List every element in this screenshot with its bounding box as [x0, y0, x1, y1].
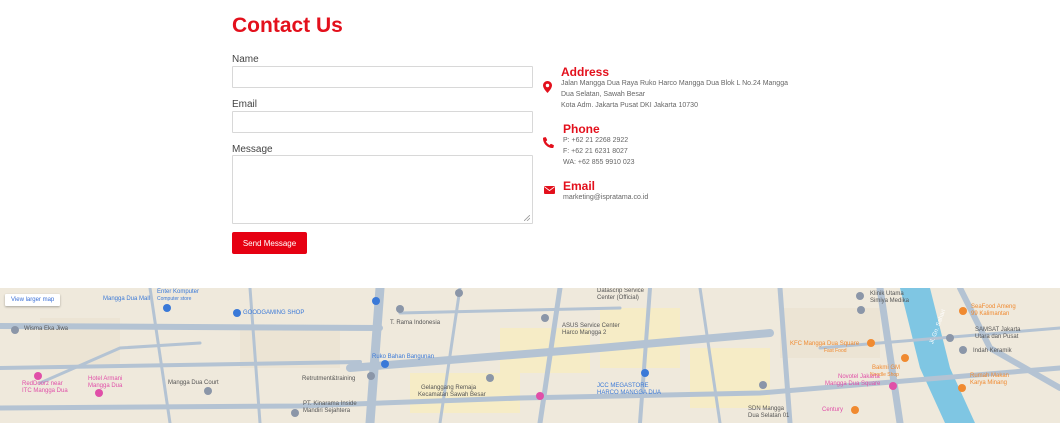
email-input[interactable] [232, 111, 533, 133]
address-title: Address [561, 65, 610, 79]
map-place-label[interactable]: Enter Komputer [157, 289, 199, 295]
map-place-label[interactable]: PT. Kinarama Inside [303, 401, 357, 407]
map-place-label[interactable]: Klinik Utama [870, 291, 904, 297]
send-message-button[interactable]: Send Message [232, 232, 307, 254]
map-place-label[interactable]: Indah Keramik [973, 348, 1012, 354]
map-place-label[interactable]: Hotel Armani [88, 376, 122, 382]
map-place-label[interactable]: SDN Mangga [748, 406, 784, 412]
whatsapp-line: WA: +62 855 9910 023 [563, 159, 635, 166]
envelope-icon [544, 186, 555, 194]
name-label: Name [232, 54, 259, 65]
view-larger-map-link[interactable]: View larger map [5, 294, 61, 306]
map-place-label[interactable]: Simiya Medika [870, 298, 909, 304]
map-place-label[interactable]: Wisma Eka Jiwa [24, 326, 68, 332]
map-place-label[interactable]: RedDoorz near [22, 381, 63, 387]
map-place-label[interactable]: KFC Mangga Dua Square [790, 341, 859, 347]
map-place-label[interactable]: JCC MEGASTORE [597, 383, 649, 389]
map-place-label[interactable]: Fast Food [824, 348, 847, 354]
resize-handle-icon[interactable] [524, 215, 530, 221]
map-place-label[interactable]: Karya Minang [970, 380, 1007, 386]
map-place-label[interactable]: Bakmi GM [872, 365, 900, 371]
map-place-label[interactable]: GOODGAMING SHOP [243, 310, 304, 316]
map-place-label[interactable]: Mandiri Sejahtera [303, 408, 350, 414]
email-title: Email [563, 179, 596, 193]
address-line: Dua Selatan, Sawah Besar [561, 91, 646, 98]
map-canvas[interactable] [0, 288, 1060, 423]
map-place-label[interactable]: Utara dan Pusat [975, 334, 1018, 340]
map-place-label[interactable]: ASUS Service Center [562, 323, 620, 329]
map-place-label[interactable]: Dua Selatan 01 [748, 413, 789, 419]
email-label: Email [232, 99, 258, 110]
map-place-label[interactable]: Ruko Bahan Bangunan [372, 354, 434, 360]
message-textarea[interactable] [232, 155, 533, 224]
map-place-label[interactable]: T. Rama Indonesia [390, 320, 440, 326]
map-place-label[interactable]: Gelanggang Remaja [421, 385, 476, 391]
map-place-label[interactable]: HARCO MANGGA DUA [597, 390, 661, 396]
map-place-label[interactable]: Retrutment&training [302, 376, 355, 382]
name-input[interactable] [232, 66, 533, 88]
embedded-map[interactable]: View larger map Mangga Dua Mall Enter Ko… [0, 288, 1060, 423]
phone-title: Phone [563, 122, 600, 136]
map-place-label[interactable]: Kecamatan Sawah Besar [418, 392, 486, 398]
map-place-label[interactable]: SeaFood Ameng [971, 304, 1016, 310]
map-place-label[interactable]: 99 Kalimantan [971, 311, 1009, 317]
phone-icon [543, 137, 554, 148]
map-place-label[interactable]: Computer store [157, 296, 191, 302]
map-place-label[interactable]: Rumah Makan [970, 373, 1009, 379]
map-place-label[interactable]: Mangga Dua Mall [103, 296, 150, 302]
map-place-label[interactable]: Century [822, 407, 843, 413]
email-address: marketing@ispratama.co.id [563, 194, 649, 201]
fax-line: F: +62 21 6231 8027 [563, 148, 628, 155]
map-marker-icon [543, 81, 552, 93]
address-line: Kota Adm. Jakarta Pusat DKI Jakarta 1073… [561, 102, 698, 109]
address-line: Jalan Mangga Dua Raya Ruko Harco Mangga … [561, 80, 788, 87]
map-place-label[interactable]: Mangga Dua [88, 383, 122, 389]
map-place-label[interactable]: Mangga Dua Square [825, 381, 880, 387]
map-place-label[interactable]: Novotel Jakarta [838, 374, 880, 380]
map-place-label[interactable]: Center (Official) [597, 295, 639, 301]
map-place-label[interactable]: Mangga Dua Court [168, 380, 219, 386]
map-place-label[interactable]: Harco Mangga 2 [562, 330, 606, 336]
page-title: Contact Us [232, 14, 343, 37]
map-place-label[interactable]: SAMSAT Jakarta [975, 327, 1020, 333]
map-place-label[interactable]: Datascrip Service [597, 288, 644, 294]
message-label: Message [232, 144, 273, 155]
phone-line: P: +62 21 2268 2922 [563, 137, 629, 144]
map-place-label[interactable]: ITC Mangga Dua [22, 388, 68, 394]
